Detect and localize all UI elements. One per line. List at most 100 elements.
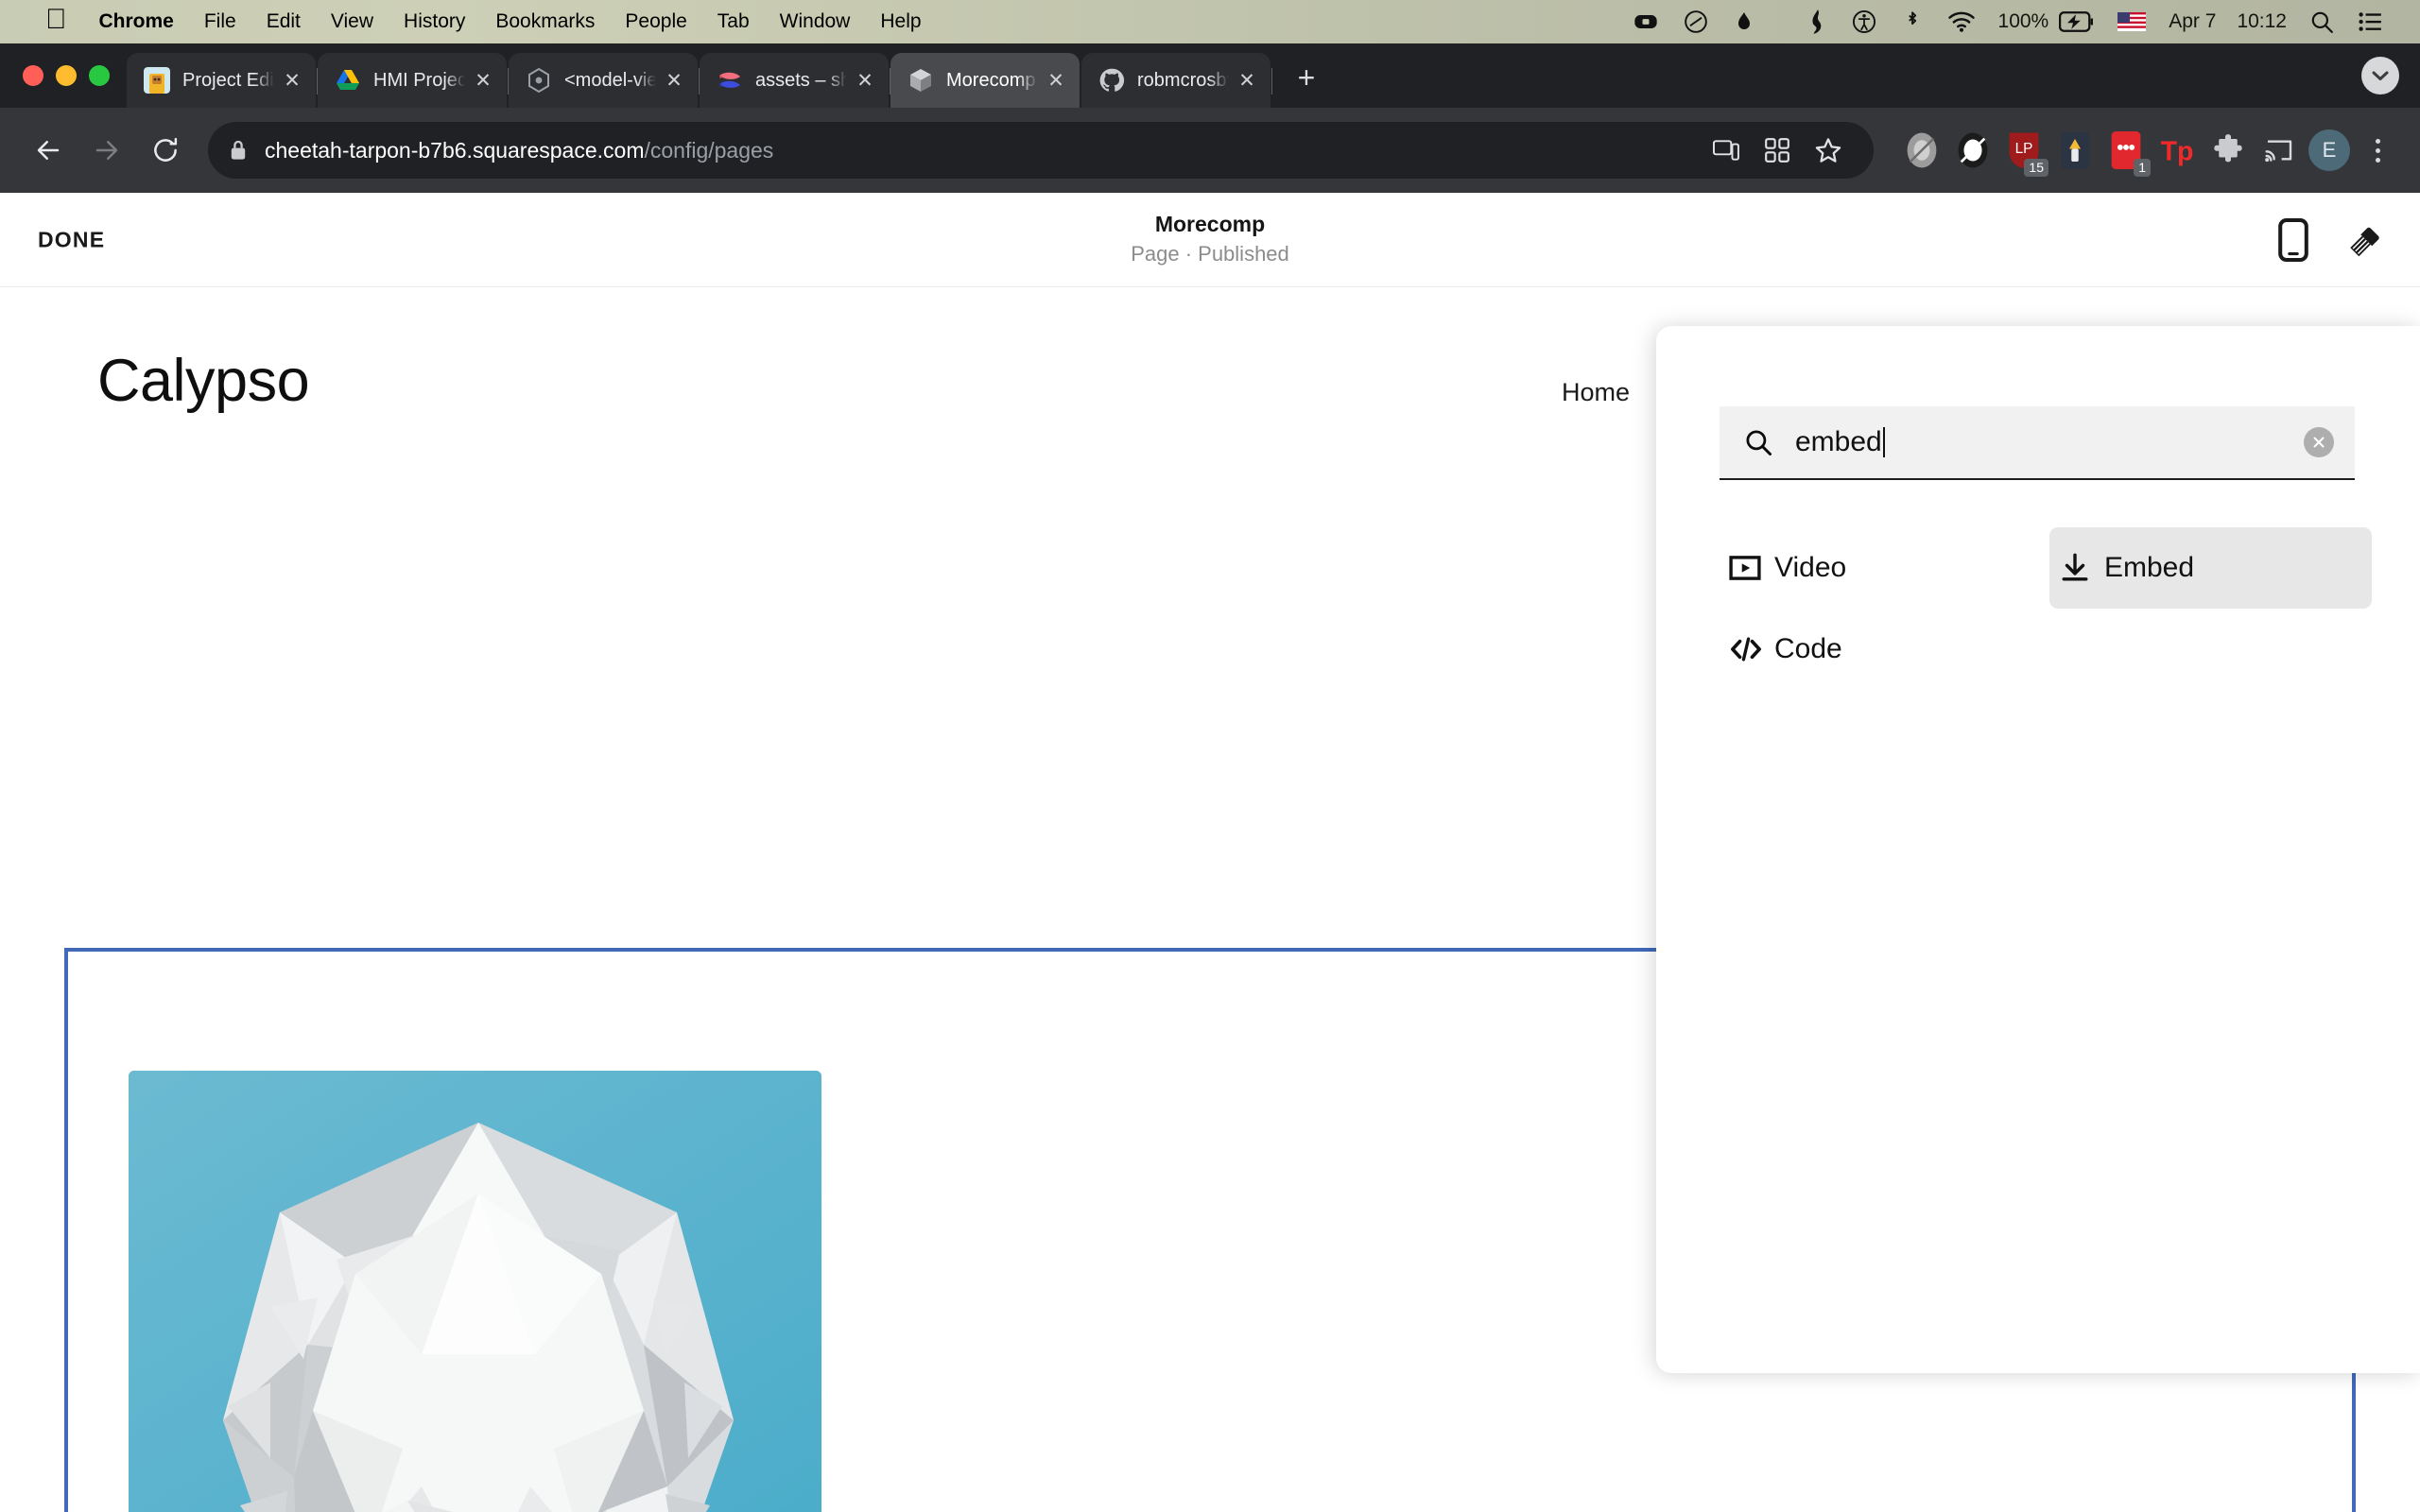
tab-title: HMI Project - Google [373, 69, 465, 91]
kebab-menu-icon[interactable] [2356, 127, 2399, 174]
browser-tab[interactable]: assets – shimmering ✕ [700, 53, 890, 108]
menu-item-bookmarks[interactable]: Bookmarks [480, 0, 610, 43]
lock-icon [229, 139, 248, 162]
menu-item-window[interactable]: Window [765, 0, 866, 43]
google-drive-icon [335, 67, 361, 94]
cube-icon [908, 67, 934, 94]
close-tab-button[interactable]: ✕ [660, 66, 688, 94]
extension-icons: LP 15 1 Tp [1889, 127, 2303, 177]
grammarly-icon[interactable] [1898, 127, 1945, 174]
tp-icon[interactable]: Tp [2153, 127, 2201, 174]
forward-arrow-icon[interactable] [78, 121, 136, 180]
chevron-down-icon[interactable] [2361, 57, 2399, 94]
flame-icon[interactable] [1720, 0, 1768, 43]
minimize-window-button[interactable] [56, 65, 77, 86]
cast-icon[interactable] [2256, 127, 2303, 174]
rednote-icon[interactable]: 1 [2102, 127, 2151, 177]
bookmark-star-icon[interactable] [1804, 126, 1853, 175]
search-input[interactable]: embed [1795, 427, 2304, 457]
extensions-puzzle-icon[interactable] [2204, 127, 2252, 174]
close-tab-button[interactable]: ✕ [1042, 66, 1070, 94]
page-title: Morecomp [1154, 212, 1266, 237]
menu-bar-left:  Chrome File Edit View History Bookmark… [0, 0, 937, 43]
url-text: cheetah-tarpon-b7b6.squarespace.com/conf… [265, 138, 773, 163]
close-window-button[interactable] [23, 65, 43, 86]
menu-item-tab[interactable]: Tab [702, 0, 765, 43]
window-controls [0, 43, 127, 108]
code-block-icon [1729, 633, 1771, 665]
menu-item-people[interactable]: People [610, 0, 701, 43]
cast-to-device-icon[interactable] [1702, 126, 1751, 175]
instructables-icon [144, 67, 170, 94]
mobile-device-icon[interactable] [2278, 217, 2308, 262]
browser-tab[interactable]: <model-viewer> ✕ [509, 53, 700, 108]
browser-tab[interactable]: HMI Project - Google ✕ [318, 53, 509, 108]
tab-title: Project Editor - Instr [182, 69, 274, 91]
block-search-field[interactable]: embed [1720, 406, 2355, 480]
macos-menu-bar:  Chrome File Edit View History Bookmark… [0, 0, 2420, 43]
model-viewer-icon [526, 67, 552, 94]
extension-badge: 15 [2024, 159, 2048, 177]
dropbox-icon[interactable] [1671, 0, 1720, 43]
paintbrush-icon[interactable] [2344, 218, 2388, 262]
menubar-clock[interactable]: 10:12 [2226, 0, 2297, 43]
svg-text:LP: LP [2015, 141, 2033, 157]
menu-item-help[interactable]: Help [865, 0, 936, 43]
block-result-label: Embed [2104, 552, 2195, 583]
block-result-video[interactable]: Video [1720, 527, 2042, 609]
new-tab-button[interactable]: + [1280, 51, 1333, 104]
battery-percent-label: 100% [1997, 10, 2049, 32]
profile-avatar[interactable]: E [2308, 129, 2350, 171]
close-tab-button[interactable]: ✕ [851, 66, 879, 94]
adblock-icon[interactable] [1949, 127, 1996, 174]
block-result-code[interactable]: Code [1720, 609, 2042, 690]
browser-tab[interactable]: robmcrosby/Blender ✕ [1081, 53, 1272, 108]
menu-bar-status-area: 100% Apr 7 10:12 [1620, 0, 2420, 43]
us-flag-icon[interactable] [2105, 0, 2158, 43]
honey-icon[interactable] [2051, 127, 2099, 174]
block-result-label: Video [1774, 552, 1847, 583]
tab-title: Morecomp — Calyps [946, 69, 1038, 91]
search-input-value: embed [1795, 426, 1882, 457]
menu-item-view[interactable]: View [316, 0, 389, 43]
image-block-thumbnail[interactable] [129, 1071, 821, 1512]
wifi-icon[interactable] [1935, 0, 1988, 43]
browser-tab[interactable]: Project Editor - Instr ✕ [127, 53, 318, 108]
tab-title: assets – shimmering [755, 69, 847, 91]
qr-code-icon[interactable] [1753, 126, 1802, 175]
url-host: cheetah-tarpon-b7b6.squarespace.com [265, 137, 645, 163]
reload-icon[interactable] [136, 121, 195, 180]
menu-item-history[interactable]: History [389, 0, 480, 43]
address-bar[interactable]: cheetah-tarpon-b7b6.squarespace.com/conf… [208, 122, 1874, 179]
bluetooth-icon[interactable] [1890, 0, 1935, 43]
close-tab-button[interactable]: ✕ [278, 66, 306, 94]
nav-link-home[interactable]: Home [1562, 378, 1630, 407]
maximize-window-button[interactable] [89, 65, 110, 86]
menubar-date[interactable]: Apr 7 [2158, 0, 2226, 43]
low-poly-sphere-graphic [129, 1071, 821, 1512]
block-result-embed[interactable]: Embed [2049, 527, 2372, 609]
back-arrow-icon[interactable] [19, 121, 78, 180]
done-button[interactable]: DONE [38, 227, 105, 252]
insert-block-panel: embed Video Embed Code [1656, 326, 2420, 1373]
screen-recording-icon[interactable] [1620, 0, 1671, 43]
battery-charging-icon[interactable] [2059, 0, 2105, 43]
control-center-icon[interactable] [2346, 0, 2395, 43]
menu-item-chrome[interactable]: Chrome [84, 0, 189, 43]
lastpass-icon[interactable]: LP 15 [2000, 127, 2048, 177]
accessibility-icon[interactable] [1839, 0, 1890, 43]
close-circle-icon[interactable] [2304, 427, 2334, 457]
site-title[interactable]: Calypso [97, 347, 310, 415]
svg-text:Tp: Tp [2161, 137, 2194, 167]
browser-tab-active[interactable]: Morecomp — Calyps ✕ [890, 53, 1080, 108]
close-tab-button[interactable]: ✕ [1233, 66, 1261, 94]
editor-header: DONE Morecomp Page · Published [0, 193, 2420, 287]
tunnelbear-icon[interactable] [1768, 0, 1839, 43]
apple-logo-icon[interactable]:  [28, 0, 84, 42]
search-icon[interactable] [2297, 0, 2346, 43]
menu-item-edit[interactable]: Edit [251, 0, 316, 43]
menu-item-file[interactable]: File [189, 0, 251, 43]
block-result-label: Code [1774, 633, 1842, 664]
tab-title: <model-viewer> [564, 69, 656, 91]
close-tab-button[interactable]: ✕ [469, 66, 497, 94]
